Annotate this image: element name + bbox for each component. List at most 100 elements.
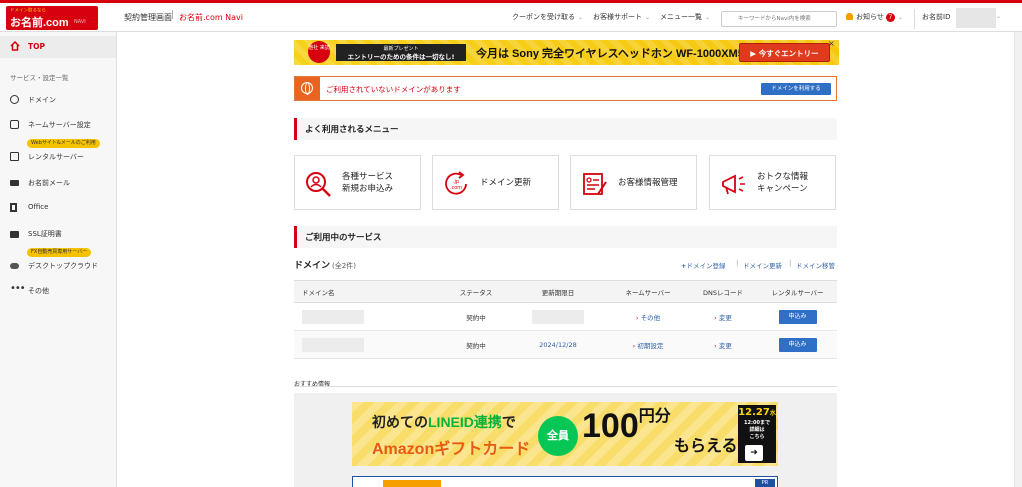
- col-status: ステータス: [444, 280, 508, 303]
- line-t1c: で: [501, 414, 516, 430]
- rental-apply-button[interactable]: 申込み: [778, 337, 817, 352]
- sidebar-item-label: お名前メール: [28, 179, 70, 187]
- nav-contract-home[interactable]: 契約管理画面: [124, 12, 172, 23]
- line-banner-gift: Amazonギフトカード: [372, 441, 531, 458]
- sidebar-item-label: デスクトップクラウド: [28, 262, 98, 270]
- nameserver-link[interactable]: 初期設定: [633, 342, 664, 350]
- card-line1: ドメイン更新: [480, 178, 532, 188]
- promo-entry-button[interactable]: ▶ 今すぐエントリー: [739, 43, 830, 62]
- menu-list-label: メニュー一覧: [660, 13, 702, 21]
- recommend-divider: [294, 386, 837, 387]
- dns-change-link[interactable]: 変更: [714, 342, 732, 350]
- onamae-logo[interactable]: ドメイン取るなら お名前.com NAVI: [6, 6, 98, 30]
- domain-count: (全2件): [332, 262, 356, 270]
- sidebar-item-top-label: TOP: [28, 42, 45, 51]
- domain-name-cell: [294, 302, 444, 331]
- col-domain-name: ドメイン名: [294, 280, 444, 303]
- dns-cell: 変更: [688, 330, 758, 359]
- sidebar-item-other[interactable]: ••• その他: [0, 283, 116, 299]
- search-input[interactable]: [721, 11, 837, 27]
- rental-cell: 申込み: [758, 302, 837, 331]
- sidebar-item-rental-server[interactable]: レンタルサーバー: [0, 149, 116, 165]
- rental-cell: 申込み: [758, 330, 837, 359]
- close-icon[interactable]: ×: [828, 40, 837, 49]
- globe-icon: [10, 95, 19, 104]
- globe-icon: [301, 82, 313, 95]
- menu-list[interactable]: メニュー一覧 ⌄: [660, 12, 710, 22]
- nav-separator: |: [171, 10, 175, 20]
- nameserver-link[interactable]: その他: [636, 314, 660, 322]
- promo-box-line2: エントリーのための条件は一切なし!: [347, 53, 455, 61]
- page-scrollbar[interactable]: [1014, 32, 1022, 487]
- frequent-menu-heading: よく利用されるメニュー: [294, 118, 837, 140]
- sidebar: TOP サービス・設定一覧 ドメイン ネームサーバー設定 Webサイト&メールの…: [0, 32, 117, 487]
- sidebar-item-ssl[interactable]: SSL証明書: [0, 226, 116, 242]
- col-dns: DNSレコード: [688, 280, 758, 303]
- status-cell: 契約中: [444, 302, 508, 331]
- redacted-domain[interactable]: [302, 309, 364, 324]
- promo-banner[interactable]: 他社 来訪 最新プレゼント エントリーのための条件は一切なし! 今月は Sony…: [294, 40, 839, 65]
- card-campaign[interactable]: おトクな情報 キャンペーン: [709, 155, 836, 210]
- use-domain-button[interactable]: ドメインを利用する: [761, 83, 831, 95]
- menu-support[interactable]: お客様サポート ⌄: [593, 12, 650, 22]
- user-id-label: お名前ID: [922, 13, 951, 21]
- logo-tagline: ドメイン取るなら: [10, 7, 47, 14]
- sidebar-item-office[interactable]: Office: [0, 200, 116, 216]
- line-campaign-banner[interactable]: 初めてのLINEID連携で Amazonギフトカード 全員 100円分 もらえる…: [352, 402, 778, 466]
- services-title: ご利用中のサービス: [305, 233, 382, 243]
- line-get-text: もらえる: [674, 438, 738, 455]
- mail-icon: [10, 180, 19, 186]
- domain-renew-icon: .jp.com: [445, 171, 467, 195]
- frequent-menu-title: よく利用されるメニュー: [305, 125, 399, 135]
- chevron-down-icon: ⌄: [578, 14, 584, 21]
- second-promo-banner[interactable]: PR: [352, 476, 778, 487]
- line-amount: 100円分: [582, 408, 671, 444]
- expiry-date: 2024/12/28: [539, 340, 577, 349]
- sidebar-item-domain[interactable]: ドメイン: [0, 92, 116, 108]
- sidebar-item-mail[interactable]: お名前メール: [0, 175, 116, 191]
- sidebar-pill-rental: Webサイト&メールのご利用: [27, 139, 100, 148]
- arrow-right-icon[interactable]: ➜: [745, 445, 763, 461]
- line-t1b: LINEID連携: [428, 414, 502, 430]
- col-nameserver: ネームサーバー: [608, 280, 688, 303]
- card-customer-info[interactable]: お客様情報管理: [570, 155, 697, 210]
- redacted-domain[interactable]: [302, 337, 364, 352]
- line-all-badge: 全員: [538, 416, 578, 456]
- sidebar-item-nameserver[interactable]: ネームサーバー設定: [0, 117, 116, 133]
- domain-renew-link[interactable]: ドメイン更新: [743, 260, 782, 270]
- nav-brand[interactable]: お名前.com Navi: [179, 12, 243, 23]
- unused-domain-alert: ご利用されていないドメインがあります ドメインを利用する: [294, 76, 837, 101]
- sidebar-item-label: ネームサーバー設定: [28, 121, 91, 129]
- card-line1: 各種サービス: [342, 172, 394, 182]
- notice-count-badge: 7: [885, 13, 895, 22]
- services-heading: ご利用中のサービス: [294, 226, 837, 248]
- line-t1a: 初めての: [372, 414, 428, 430]
- domain-transfer-link[interactable]: ドメイン移管: [796, 260, 835, 270]
- domain-table-header: ドメイン名 ステータス 更新期限日 ネームサーバー DNSレコード レンタルサー…: [294, 280, 837, 303]
- line-banner-headline: 初めてのLINEID連携で: [372, 412, 516, 432]
- link-separator: |: [789, 259, 792, 267]
- search-person-icon: [306, 172, 331, 197]
- domain-table: ドメイン名 ステータス 更新期限日 ネームサーバー DNSレコード レンタルサー…: [294, 280, 837, 359]
- link-separator: |: [736, 259, 739, 267]
- sidebar-item-label: SSL証明書: [28, 230, 62, 238]
- sidebar-item-top[interactable]: TOP: [0, 36, 116, 58]
- line-amount-number: 100: [582, 407, 639, 445]
- more-dots-icon: •••: [10, 283, 26, 294]
- notice-button[interactable]: お知らせ 7 ⌄: [846, 12, 903, 22]
- card-new-service[interactable]: 各種サービス 新規お申込み: [294, 155, 421, 210]
- logo-name: お名前.com: [10, 17, 69, 29]
- nameserver-cell: 初期設定: [608, 330, 688, 359]
- card-domain-renew[interactable]: .jp .com ドメイン更新: [432, 155, 559, 210]
- home-icon: [10, 41, 20, 51]
- dns-change-link[interactable]: 変更: [714, 314, 732, 322]
- dns-cell: 変更: [688, 302, 758, 331]
- domain-register-link[interactable]: +ドメイン登録: [681, 260, 725, 270]
- alert-text: ご利用されていないドメインがあります: [326, 85, 461, 94]
- menu-coupon[interactable]: クーポンを受け取る ⌄: [512, 12, 583, 22]
- sidebar-item-desktop-cloud[interactable]: デスクトップクラウド: [0, 258, 116, 274]
- cloud-icon: [10, 263, 19, 269]
- user-id-menu[interactable]: [956, 8, 996, 28]
- rental-apply-button[interactable]: 申込み: [778, 309, 817, 324]
- chevron-down-icon: ⌄: [645, 14, 651, 21]
